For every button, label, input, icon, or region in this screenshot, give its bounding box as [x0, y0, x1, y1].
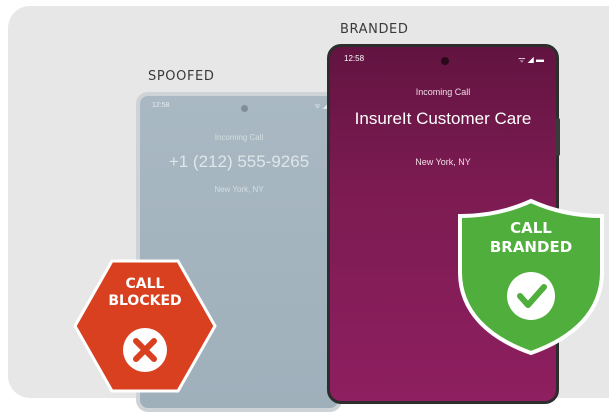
camera-icon [441, 57, 449, 65]
status-time: 12:58 [344, 54, 365, 63]
caller-location: New York, NY [415, 157, 471, 167]
signal-icon: ᯤ ◢ [314, 103, 328, 110]
phone-side-button [556, 118, 560, 156]
incoming-call-label: Incoming Call [214, 133, 264, 142]
caller-location: New York, NY [214, 185, 264, 194]
check-circle-icon [507, 272, 555, 320]
signal-battery-icon: ᯤ ◢ ▬ [518, 55, 544, 64]
caller-name: InsureIt Customer Care [354, 109, 532, 128]
call-branded-label: CALL BRANDED [489, 219, 573, 256]
status-time: 12:58 [152, 102, 170, 109]
caller-number: +1 (212) 555-9265 [168, 152, 310, 171]
branded-caption: BRANDED [340, 22, 409, 37]
spoofed-caption: SPOOFED [148, 69, 215, 84]
incoming-call-label: Incoming Call [415, 87, 471, 97]
x-circle-icon [123, 328, 167, 372]
call-blocked-label: CALL BLOCKED [108, 276, 182, 309]
camera-icon [241, 105, 248, 112]
